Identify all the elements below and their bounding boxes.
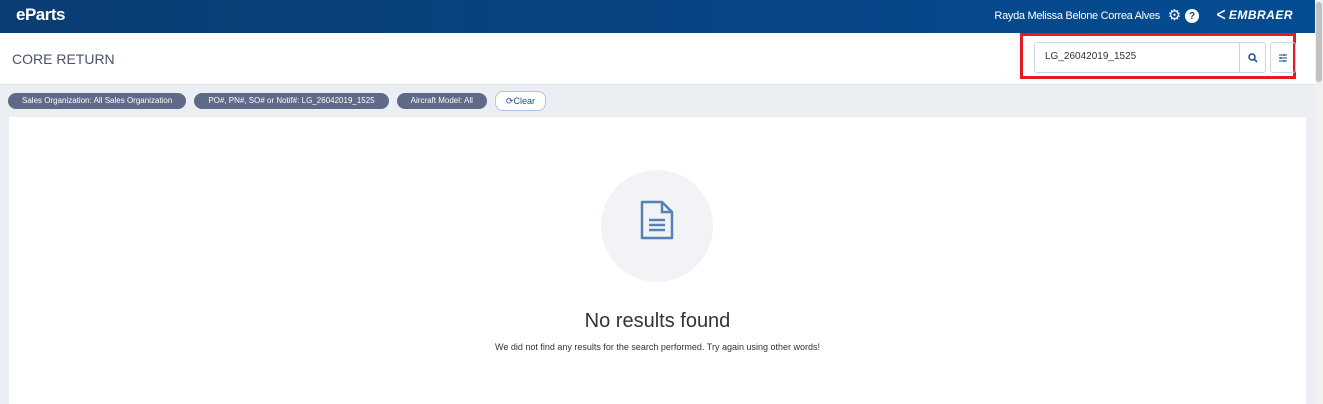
document-icon [640,200,674,240]
filter-chip-sales-organization[interactable]: Sales Organization: All Sales Organizati… [8,93,187,109]
filter-settings-button[interactable] [1270,42,1296,73]
search-icon [1247,52,1258,63]
page-header: CORE RETURN [0,33,1315,85]
help-icon[interactable]: ? [1185,9,1199,23]
active-filters: Sales Organization: All Sales Organizati… [8,91,546,111]
filter-chip-aircraft-model[interactable]: Aircraft Model: All [396,93,487,109]
page-scrollbar[interactable] [1315,0,1323,404]
top-navbar: eParts Rayda Melissa Belone Correa Alves… [0,0,1315,33]
search-button[interactable] [1239,43,1265,72]
page-title: CORE RETURN [12,51,115,67]
empty-state-title: No results found [584,310,731,332]
empty-state-message: We did not find any results for the sear… [495,342,820,352]
gear-icon[interactable]: ⚙ [1167,7,1182,24]
user-name[interactable]: Rayda Melissa Belone Correa Alves [994,10,1160,22]
search-input[interactable] [1045,51,1235,62]
scrollbar-thumb[interactable] [1316,2,1322,82]
embraer-logo: ᐸ EMBRAER [1216,8,1293,22]
filter-chip-search-term[interactable]: PO#, PN#, SO# or Notif#: LG_26042019_152… [194,93,389,109]
empty-state-illustration [601,170,713,282]
app-logo[interactable]: eParts [16,5,65,25]
sliders-icon [1279,53,1287,62]
search-box [1034,42,1266,73]
embraer-arrow-icon: ᐸ [1216,8,1226,22]
results-panel: No results found We did not find any res… [9,117,1306,404]
clear-filters-button[interactable]: ⟳Clear [494,91,546,111]
